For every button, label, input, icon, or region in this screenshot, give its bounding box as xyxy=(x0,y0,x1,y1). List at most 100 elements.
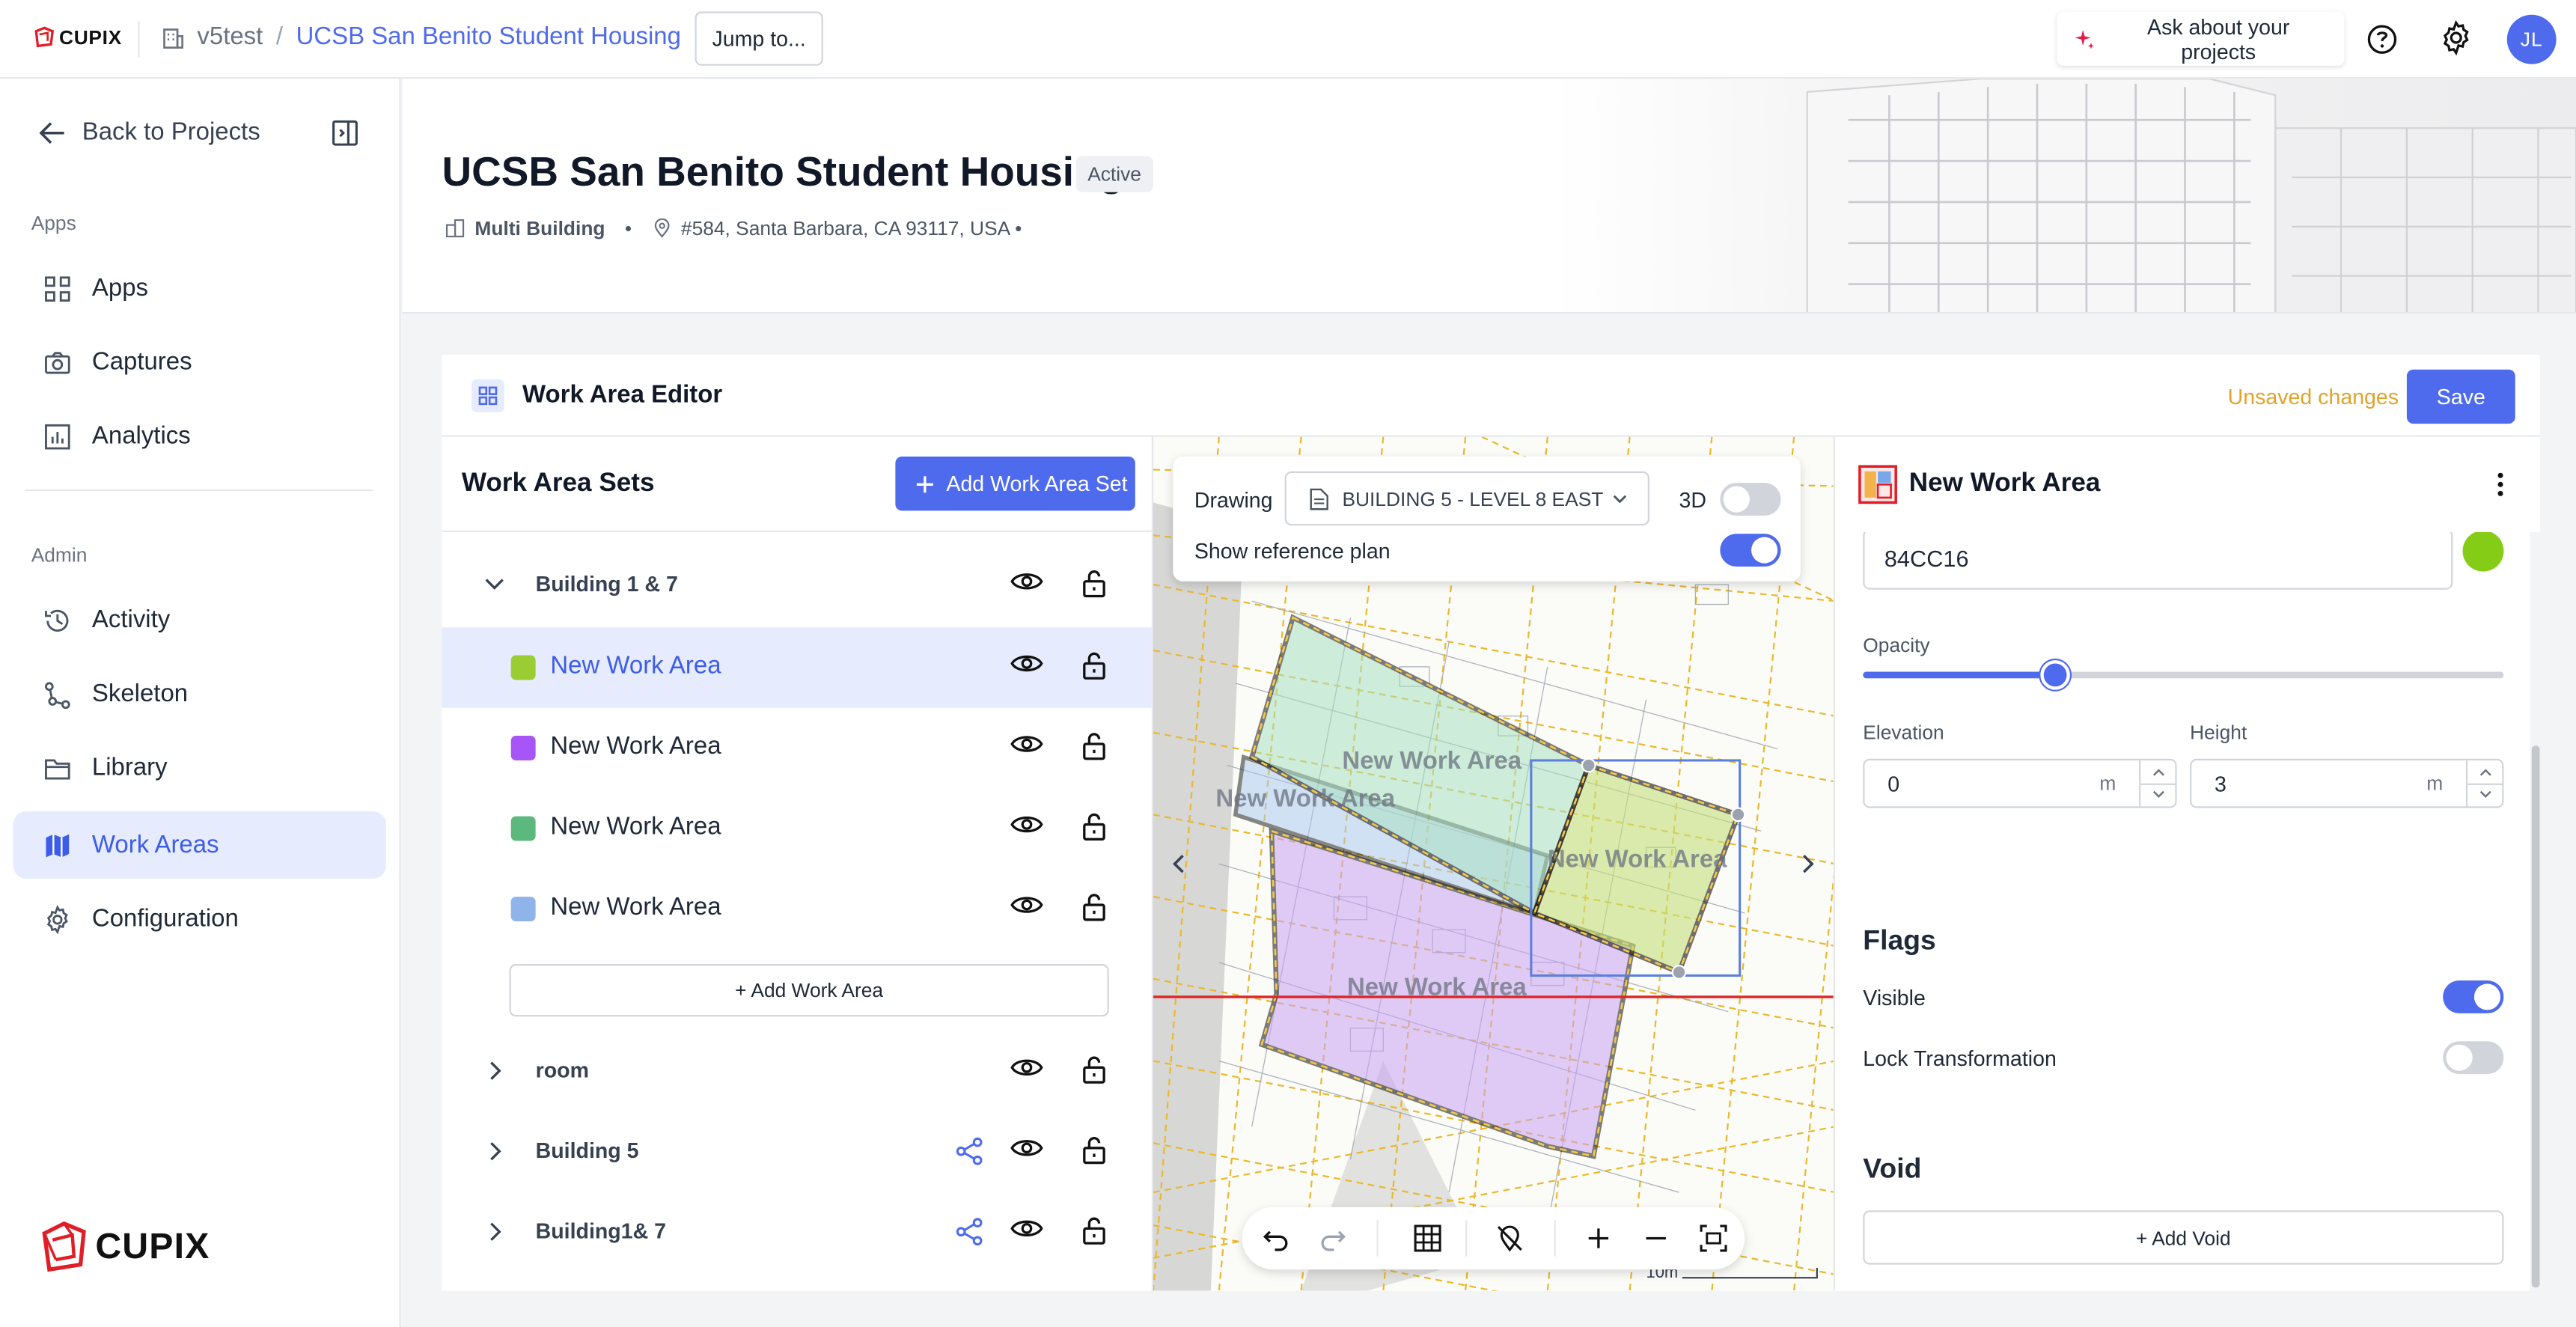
back-to-projects-link[interactable]: Back to Projects xyxy=(39,118,260,147)
eye-icon[interactable] xyxy=(1010,652,1043,675)
cupix-logo[interactable]: CUPIX xyxy=(33,26,122,49)
properties-scrollbar[interactable] xyxy=(2530,531,2540,1291)
sidebar-item-library[interactable]: Library xyxy=(13,734,386,802)
multi-building-icon xyxy=(445,219,465,238)
ask-projects-button[interactable]: Ask about your projects xyxy=(2057,11,2345,66)
reference-plan-toggle[interactable] xyxy=(1720,534,1781,567)
share-icon[interactable] xyxy=(954,1217,984,1246)
work-area-shape-icon xyxy=(1858,465,1897,504)
lock-open-icon[interactable] xyxy=(1081,650,1107,680)
sidebar-item-captures[interactable]: Captures xyxy=(13,329,386,396)
drawing-select[interactable]: BUILDING 5 - LEVEL 8 EAST xyxy=(1284,471,1649,526)
color-picker-swatch[interactable] xyxy=(2462,530,2504,572)
zoom-in-icon[interactable] xyxy=(1584,1224,1614,1253)
eye-icon[interactable] xyxy=(1010,1136,1043,1159)
opacity-slider[interactable] xyxy=(1863,660,2504,690)
hide-pin-icon[interactable] xyxy=(1495,1224,1525,1253)
work-area-set-row[interactable]: Building1& 7 xyxy=(442,1192,1151,1273)
share-icon[interactable] xyxy=(954,1136,984,1165)
back-to-projects-label: Back to Projects xyxy=(82,118,260,147)
lock-open-icon[interactable] xyxy=(1081,892,1107,921)
lock-open-icon[interactable] xyxy=(1081,1215,1107,1245)
user-avatar[interactable]: JL xyxy=(2506,14,2557,64)
collapse-sidebar-icon[interactable] xyxy=(332,120,358,146)
sidebar-item-work-areas[interactable]: Work Areas xyxy=(13,811,386,879)
work-area-row[interactable]: New Work Area xyxy=(442,869,1151,950)
color-hex-input[interactable]: 84CC16 xyxy=(1863,528,2453,590)
sidebar-item-analytics[interactable]: Analytics xyxy=(13,403,386,470)
eye-icon[interactable] xyxy=(1010,813,1043,836)
three-d-toggle[interactable] xyxy=(1720,483,1781,516)
eye-icon[interactable] xyxy=(1010,1056,1043,1079)
topbar-divider xyxy=(138,21,140,58)
editor-header: Work Area Editor Unsaved changes Save xyxy=(442,355,2540,437)
stepper-down-icon[interactable] xyxy=(2150,788,2167,802)
more-options-icon[interactable] xyxy=(2495,472,2505,498)
work-area-row[interactable]: New Work Area xyxy=(442,788,1151,869)
visible-toggle[interactable] xyxy=(2443,980,2504,1013)
sidebar-item-configuration[interactable]: Configuration xyxy=(13,885,386,953)
grid-icon[interactable] xyxy=(1413,1224,1443,1253)
work-area-sets-header: Work Area Sets Add Work Area Set xyxy=(442,437,1152,532)
work-area-set-row[interactable]: room xyxy=(442,1031,1151,1112)
work-area-row[interactable]: New Work Area xyxy=(442,708,1151,789)
work-area-set-row[interactable]: Building 5 xyxy=(442,1112,1151,1193)
properties-scrollbar-thumb[interactable] xyxy=(2531,745,2540,1288)
breadcrumb-workspace[interactable]: v5test xyxy=(197,23,263,51)
chevron-right-icon[interactable] xyxy=(483,1220,506,1243)
eye-icon[interactable] xyxy=(1010,570,1043,593)
chevron-right-icon[interactable] xyxy=(483,1140,506,1163)
jump-to-button[interactable]: Jump to... xyxy=(695,11,823,66)
chevron-right-icon[interactable] xyxy=(483,1059,506,1082)
toolbar-divider xyxy=(1376,1220,1379,1257)
breadcrumb-project[interactable]: UCSB San Benito Student Housing xyxy=(296,23,681,51)
lock-open-icon[interactable] xyxy=(1081,1135,1107,1165)
undo-icon[interactable] xyxy=(1262,1224,1292,1253)
save-button[interactable]: Save xyxy=(2406,369,2515,424)
lock-open-icon[interactable] xyxy=(1081,1055,1107,1084)
gear-icon xyxy=(46,904,68,934)
add-void-button[interactable]: + Add Void xyxy=(1863,1210,2504,1265)
cupix-mark-icon xyxy=(42,1221,86,1272)
chevron-right-icon[interactable] xyxy=(1797,854,1816,873)
sidebar-item-apps[interactable]: Apps xyxy=(13,254,386,322)
chevron-left-icon[interactable] xyxy=(1170,854,1189,873)
three-d-label: 3D xyxy=(1679,487,1706,513)
document-icon xyxy=(1310,487,1328,510)
fit-view-icon[interactable] xyxy=(1699,1224,1729,1253)
zoom-out-icon[interactable] xyxy=(1641,1224,1671,1253)
ask-projects-label: Ask about your projects xyxy=(2147,13,2290,64)
add-work-area-button[interactable]: + Add Work Area xyxy=(509,964,1109,1017)
lock-open-icon[interactable] xyxy=(1081,568,1107,598)
building-type: Multi Building xyxy=(474,216,605,240)
sidebar-item-activity[interactable]: Activity xyxy=(13,586,386,653)
height-stepper[interactable] xyxy=(2465,760,2504,807)
chevron-down-icon[interactable] xyxy=(483,573,506,597)
eye-icon[interactable] xyxy=(1010,733,1043,756)
elevation-stepper[interactable] xyxy=(2139,760,2177,807)
history-icon xyxy=(45,608,69,631)
help-icon[interactable] xyxy=(2366,23,2399,56)
eye-icon[interactable] xyxy=(1010,894,1043,917)
lock-open-icon[interactable] xyxy=(1081,811,1107,841)
work-area-name: New Work Area xyxy=(550,732,721,760)
lock-open-icon[interactable] xyxy=(1081,730,1107,760)
stepper-up-icon[interactable] xyxy=(2150,766,2167,779)
work-area-set-row[interactable]: Building 1 & 7 xyxy=(442,546,1151,626)
height-input[interactable]: 3 m xyxy=(2190,758,2504,808)
skeleton-nodes-icon xyxy=(45,681,70,709)
sidebar-item-skeleton[interactable]: Skeleton xyxy=(13,660,386,727)
opacity-slider-thumb[interactable] xyxy=(2040,660,2070,690)
stepper-up-icon[interactable] xyxy=(2477,766,2494,779)
floor-plan-canvas[interactable]: New Work Area New Work Area New Work Are… xyxy=(1151,436,1834,1291)
properties-header: New Work Area xyxy=(1834,436,2540,532)
stepper-down-icon[interactable] xyxy=(2477,788,2494,802)
eye-icon[interactable] xyxy=(1010,1217,1043,1240)
add-work-area-set-button[interactable]: Add Work Area Set xyxy=(895,457,1135,511)
elevation-input[interactable]: 0 m xyxy=(1863,758,2177,808)
settings-gear-icon[interactable] xyxy=(2438,19,2474,56)
work-area-row[interactable]: New Work Area xyxy=(442,627,1152,708)
redo-icon[interactable] xyxy=(1318,1224,1348,1253)
lock-transformation-toggle[interactable] xyxy=(2443,1041,2504,1075)
void-title: Void xyxy=(1863,1153,1922,1185)
